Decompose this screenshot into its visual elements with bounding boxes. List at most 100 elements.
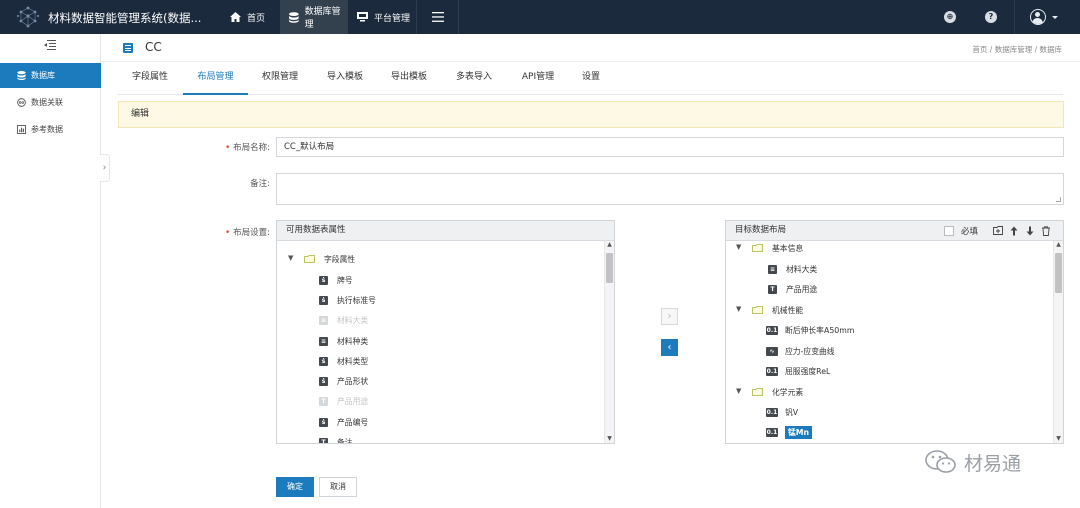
- add-group-icon[interactable]: [993, 226, 1003, 236]
- tree-group-label: 机械性能: [772, 305, 804, 315]
- tree-item-label: 产品编号: [337, 417, 369, 427]
- tree-item[interactable]: T 备注: [319, 434, 353, 443]
- tree-item[interactable]: 0.1 屈服强度ReL: [766, 363, 830, 379]
- sidebar-item-label: 参考数据: [31, 125, 63, 134]
- divider: [1014, 0, 1015, 34]
- globe-icon[interactable]: ⊕: [944, 11, 956, 23]
- monitor-icon: [357, 12, 368, 22]
- divider: [458, 0, 459, 34]
- tree-item[interactable]: ṡ 产品编号: [319, 414, 368, 430]
- list-icon: [123, 43, 133, 53]
- number-field-icon: 0.1: [766, 407, 778, 417]
- tree-item[interactable]: ṡ 材料类型: [319, 353, 368, 369]
- tab-field-properties[interactable]: 字段属性: [124, 62, 176, 95]
- tree-item[interactable]: ṡ 产品形状: [319, 373, 368, 389]
- required-checkbox[interactable]: [943, 226, 954, 236]
- text-type-icon: T: [319, 437, 328, 443]
- folder-icon: [752, 388, 763, 396]
- scrollbar[interactable]: ▲ ▼: [604, 241, 614, 443]
- edit-notice: 编辑: [118, 101, 1064, 128]
- nav-database-management[interactable]: 数据库管理: [280, 0, 348, 34]
- text-field-icon: ṡ: [319, 417, 328, 427]
- scroll-up-icon[interactable]: ▲: [605, 241, 614, 249]
- expand-arrow-icon[interactable]: ▼: [736, 243, 741, 251]
- target-layout-panel: 目标数据布局 必填 ▼ 基本信息 ≡ 材料大类 T 产品用途 ▼ 机械性能 0.1 断…: [725, 220, 1064, 444]
- sidebar-item-database[interactable]: 数据库: [0, 63, 101, 88]
- tree-item[interactable]: ṡ 执行标准号: [319, 292, 376, 308]
- sidebar-item-reference-data[interactable]: 参考数据: [0, 117, 101, 142]
- confirm-button[interactable]: 确定: [276, 477, 314, 497]
- move-up-icon[interactable]: [1009, 226, 1019, 236]
- layout-name-input[interactable]: CC_默认布局: [276, 137, 1064, 157]
- tree-item-selected[interactable]: 0.1 锰Mn: [766, 424, 813, 440]
- page-title: CC: [145, 40, 162, 54]
- sidebar-item-data-association[interactable]: 数据关联: [0, 90, 101, 115]
- collapse-sidebar-icon[interactable]: [44, 40, 56, 50]
- text-type-icon: T: [768, 284, 777, 294]
- required-label: 必填: [960, 227, 978, 237]
- user-avatar-icon[interactable]: [1030, 9, 1046, 25]
- home-icon: [230, 12, 241, 22]
- scroll-up-icon[interactable]: ▲: [1054, 241, 1063, 249]
- sidebar: 数据库 数据关联 参考数据: [0, 34, 101, 508]
- nav-home[interactable]: 首页: [221, 0, 279, 34]
- tab-multi-table-import[interactable]: 多表导入: [448, 62, 500, 95]
- tab-permission-management[interactable]: 权限管理: [254, 62, 306, 95]
- move-down-icon[interactable]: [1025, 226, 1035, 236]
- scroll-down-icon[interactable]: ▼: [1054, 435, 1063, 443]
- tree-item[interactable]: T 产品用途: [768, 281, 817, 297]
- scroll-down-icon[interactable]: ▼: [605, 435, 614, 443]
- expand-arrow-icon[interactable]: ▼: [736, 387, 741, 395]
- tree-item-label: 产品用途: [337, 396, 369, 406]
- expand-arrow-icon[interactable]: ▼: [736, 305, 741, 313]
- tree-group-chemical-elements[interactable]: 化学元素: [752, 384, 803, 400]
- move-left-button[interactable]: ‹: [661, 339, 678, 356]
- resize-handle-icon[interactable]: [1056, 197, 1061, 202]
- tab-settings[interactable]: 设置: [574, 62, 608, 95]
- tree-item[interactable]: ∿ 应力-应变曲线: [766, 343, 835, 359]
- expand-arrow-icon[interactable]: ▼: [288, 254, 293, 262]
- available-attributes-title: 可用数据表属性: [277, 221, 614, 241]
- tree-group-field-properties[interactable]: 字段属性: [304, 251, 355, 267]
- top-bar: 材料数据智能管理系统(数据... 首页 数据库管理 平台管理 ⊕ ?: [0, 0, 1080, 34]
- sidebar-item-label: 数据关联: [31, 98, 63, 107]
- scrollbar-thumb[interactable]: [606, 253, 613, 283]
- tree-item[interactable]: ≡ 材料大类: [768, 261, 817, 277]
- nav-platform-management[interactable]: 平台管理: [348, 0, 416, 34]
- menu-button[interactable]: [418, 0, 458, 34]
- cancel-button[interactable]: 取消: [319, 477, 357, 497]
- scrollbar-thumb[interactable]: [1055, 253, 1062, 293]
- available-tree: ▼ 字段属性 ṡ 牌号 ṡ 执行标准号 ≡ 材料大类 ≡ 材料种类 ṡ 材料类型 ṡ 产品形…: [277, 241, 604, 443]
- watermark-text: 材易通: [964, 452, 1022, 475]
- list-field-icon: ≡: [319, 336, 328, 346]
- tab-api-management[interactable]: API管理: [514, 62, 562, 95]
- text-field-icon: ṡ: [319, 376, 328, 386]
- number-field-icon: 0.1: [766, 325, 778, 335]
- layout-setting-label: • 布局设置:: [174, 226, 270, 238]
- text-field-icon: ṡ: [319, 356, 328, 366]
- tree-item[interactable]: ṡ 牌号: [319, 272, 353, 288]
- tree-item[interactable]: 0.1 钒V: [766, 404, 798, 420]
- trash-icon[interactable]: [1041, 226, 1051, 236]
- tree-item-disabled: ≡ 材料大类: [319, 312, 368, 328]
- remark-textarea[interactable]: [276, 173, 1064, 205]
- tab-layout-management[interactable]: 布局管理: [183, 62, 248, 95]
- breadcrumb[interactable]: 首页 / 数据库管理 / 数据库: [972, 44, 1062, 55]
- tree-group-mechanical-properties[interactable]: 机械性能: [752, 302, 803, 318]
- expand-sidebar-icon[interactable]: ›: [100, 154, 110, 182]
- page-header: CC 首页 / 数据库管理 / 数据库: [101, 34, 1080, 62]
- tree-item[interactable]: ≡ 材料种类: [319, 333, 368, 349]
- tree-item[interactable]: 0.1 断后伸长率A50mm: [766, 322, 854, 338]
- tree-item-label: 产品用途: [786, 284, 818, 294]
- tab-import-template[interactable]: 导入模板: [319, 62, 371, 95]
- help-icon[interactable]: ?: [985, 11, 997, 23]
- nav-home-label: 首页: [247, 13, 266, 24]
- tab-export-template[interactable]: 导出模板: [383, 62, 435, 95]
- tree-item-label: 材料大类: [337, 315, 369, 325]
- move-right-button[interactable]: ›: [661, 308, 678, 325]
- chevron-down-icon[interactable]: [1052, 16, 1058, 19]
- tree-group-basic-info[interactable]: 基本信息: [752, 240, 803, 256]
- scrollbar[interactable]: ▲ ▼: [1053, 241, 1063, 443]
- tree-item-label: 断后伸长率A50mm: [785, 325, 855, 335]
- available-attributes-panel: 可用数据表属性 ▼ 字段属性 ṡ 牌号 ṡ 执行标准号 ≡ 材料大类 ≡ 材料种类 ṡ材…: [276, 220, 615, 444]
